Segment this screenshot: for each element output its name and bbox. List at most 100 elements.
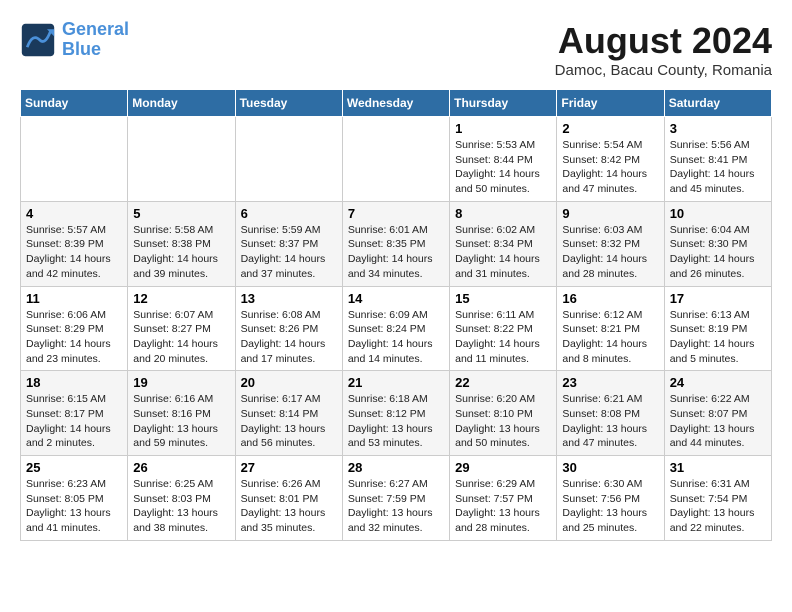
calendar-cell bbox=[21, 117, 128, 202]
calendar-cell bbox=[235, 117, 342, 202]
calendar-cell: 10 Sunrise: 6:04 AM Sunset: 8:30 PM Dayli… bbox=[664, 201, 771, 286]
day-number: 18 bbox=[26, 375, 122, 390]
calendar-cell: 17 Sunrise: 6:13 AM Sunset: 8:19 PM Dayli… bbox=[664, 286, 771, 371]
calendar-cell: 30Sunrise: 6:30 AM Sunset: 7:56 PM Dayli… bbox=[557, 456, 664, 541]
day-number: 31 bbox=[670, 460, 766, 475]
month-year: August 2024 bbox=[555, 20, 772, 62]
calendar-cell bbox=[128, 117, 235, 202]
day-number: 9 bbox=[562, 206, 658, 221]
calendar-week-row: 4 Sunrise: 5:57 AM Sunset: 8:39 PM Daylig… bbox=[21, 201, 772, 286]
day-info: Sunrise: 6:17 AM Sunset: 8:14 PM Dayligh… bbox=[241, 392, 337, 451]
day-info: Sunrise: 6:06 AM Sunset: 8:29 PM Dayligh… bbox=[26, 308, 122, 367]
day-number: 6 bbox=[241, 206, 337, 221]
weekday-header-row: SundayMondayTuesdayWednesdayThursdayFrid… bbox=[21, 90, 772, 117]
weekday-header-thursday: Thursday bbox=[450, 90, 557, 117]
day-number: 10 bbox=[670, 206, 766, 221]
calendar-cell: 3 Sunrise: 5:56 AM Sunset: 8:41 PM Daylig… bbox=[664, 117, 771, 202]
day-number: 29 bbox=[455, 460, 551, 475]
weekday-header-saturday: Saturday bbox=[664, 90, 771, 117]
day-info: Sunrise: 6:27 AM Sunset: 7:59 PM Dayligh… bbox=[348, 477, 444, 536]
day-info: Sunrise: 6:04 AM Sunset: 8:30 PM Dayligh… bbox=[670, 223, 766, 282]
day-info: Sunrise: 5:56 AM Sunset: 8:41 PM Dayligh… bbox=[670, 138, 766, 197]
day-number: 7 bbox=[348, 206, 444, 221]
weekday-header-wednesday: Wednesday bbox=[342, 90, 449, 117]
calendar-cell: 23 Sunrise: 6:21 AM Sunset: 8:08 PM Dayli… bbox=[557, 371, 664, 456]
day-number: 4 bbox=[26, 206, 122, 221]
day-info: Sunrise: 6:29 AM Sunset: 7:57 PM Dayligh… bbox=[455, 477, 551, 536]
calendar-cell: 7 Sunrise: 6:01 AM Sunset: 8:35 PM Daylig… bbox=[342, 201, 449, 286]
day-number: 30 bbox=[562, 460, 658, 475]
calendar-cell: 1 Sunrise: 5:53 AM Sunset: 8:44 PM Daylig… bbox=[450, 117, 557, 202]
calendar-cell: 18 Sunrise: 6:15 AM Sunset: 8:17 PM Dayli… bbox=[21, 371, 128, 456]
page-header: General Blue August 2024 Damoc, Bacau Co… bbox=[20, 20, 772, 79]
calendar-cell: 16 Sunrise: 6:12 AM Sunset: 8:21 PM Dayli… bbox=[557, 286, 664, 371]
calendar-cell: 8Sunrise: 6:02 AM Sunset: 8:34 PM Daylig… bbox=[450, 201, 557, 286]
calendar-cell: 25 Sunrise: 6:23 AM Sunset: 8:05 PM Dayli… bbox=[21, 456, 128, 541]
day-number: 16 bbox=[562, 291, 658, 306]
calendar-cell: 26 Sunrise: 6:25 AM Sunset: 8:03 PM Dayli… bbox=[128, 456, 235, 541]
day-info: Sunrise: 6:21 AM Sunset: 8:08 PM Dayligh… bbox=[562, 392, 658, 451]
day-info: Sunrise: 6:13 AM Sunset: 8:19 PM Dayligh… bbox=[670, 308, 766, 367]
calendar-cell: 31 Sunrise: 6:31 AM Sunset: 7:54 PM Dayli… bbox=[664, 456, 771, 541]
calendar-cell: 22 Sunrise: 6:20 AM Sunset: 8:10 PM Dayli… bbox=[450, 371, 557, 456]
calendar-cell: 21Sunrise: 6:18 AM Sunset: 8:12 PM Dayli… bbox=[342, 371, 449, 456]
day-number: 14 bbox=[348, 291, 444, 306]
day-info: Sunrise: 6:25 AM Sunset: 8:03 PM Dayligh… bbox=[133, 477, 229, 536]
day-info: Sunrise: 6:12 AM Sunset: 8:21 PM Dayligh… bbox=[562, 308, 658, 367]
logo-icon bbox=[20, 22, 56, 58]
calendar-cell: 11Sunrise: 6:06 AM Sunset: 8:29 PM Dayli… bbox=[21, 286, 128, 371]
logo-text: General Blue bbox=[62, 20, 129, 60]
day-number: 17 bbox=[670, 291, 766, 306]
calendar-cell: 6 Sunrise: 5:59 AM Sunset: 8:37 PM Daylig… bbox=[235, 201, 342, 286]
day-info: Sunrise: 6:20 AM Sunset: 8:10 PM Dayligh… bbox=[455, 392, 551, 451]
day-info: Sunrise: 5:57 AM Sunset: 8:39 PM Dayligh… bbox=[26, 223, 122, 282]
calendar-cell: 12Sunrise: 6:07 AM Sunset: 8:27 PM Dayli… bbox=[128, 286, 235, 371]
day-number: 26 bbox=[133, 460, 229, 475]
day-number: 19 bbox=[133, 375, 229, 390]
calendar-week-row: 18 Sunrise: 6:15 AM Sunset: 8:17 PM Dayli… bbox=[21, 371, 772, 456]
calendar-cell: 2 Sunrise: 5:54 AM Sunset: 8:42 PM Daylig… bbox=[557, 117, 664, 202]
day-info: Sunrise: 5:58 AM Sunset: 8:38 PM Dayligh… bbox=[133, 223, 229, 282]
calendar-cell: 13Sunrise: 6:08 AM Sunset: 8:26 PM Dayli… bbox=[235, 286, 342, 371]
calendar-week-row: 1 Sunrise: 5:53 AM Sunset: 8:44 PM Daylig… bbox=[21, 117, 772, 202]
calendar-week-row: 11Sunrise: 6:06 AM Sunset: 8:29 PM Dayli… bbox=[21, 286, 772, 371]
calendar-cell: 14 Sunrise: 6:09 AM Sunset: 8:24 PM Dayli… bbox=[342, 286, 449, 371]
day-info: Sunrise: 6:31 AM Sunset: 7:54 PM Dayligh… bbox=[670, 477, 766, 536]
day-number: 25 bbox=[26, 460, 122, 475]
calendar-cell: 15 Sunrise: 6:11 AM Sunset: 8:22 PM Dayli… bbox=[450, 286, 557, 371]
day-info: Sunrise: 6:03 AM Sunset: 8:32 PM Dayligh… bbox=[562, 223, 658, 282]
calendar-cell: 27Sunrise: 6:26 AM Sunset: 8:01 PM Dayli… bbox=[235, 456, 342, 541]
day-number: 15 bbox=[455, 291, 551, 306]
day-number: 23 bbox=[562, 375, 658, 390]
day-info: Sunrise: 6:16 AM Sunset: 8:16 PM Dayligh… bbox=[133, 392, 229, 451]
day-info: Sunrise: 6:11 AM Sunset: 8:22 PM Dayligh… bbox=[455, 308, 551, 367]
day-number: 22 bbox=[455, 375, 551, 390]
day-info: Sunrise: 6:09 AM Sunset: 8:24 PM Dayligh… bbox=[348, 308, 444, 367]
calendar-cell: 5 Sunrise: 5:58 AM Sunset: 8:38 PM Daylig… bbox=[128, 201, 235, 286]
day-info: Sunrise: 6:22 AM Sunset: 8:07 PM Dayligh… bbox=[670, 392, 766, 451]
day-number: 2 bbox=[562, 121, 658, 136]
day-info: Sunrise: 6:26 AM Sunset: 8:01 PM Dayligh… bbox=[241, 477, 337, 536]
day-number: 21 bbox=[348, 375, 444, 390]
title-block: August 2024 Damoc, Bacau County, Romania bbox=[555, 20, 772, 79]
calendar-week-row: 25 Sunrise: 6:23 AM Sunset: 8:05 PM Dayli… bbox=[21, 456, 772, 541]
day-number: 13 bbox=[241, 291, 337, 306]
day-info: Sunrise: 5:53 AM Sunset: 8:44 PM Dayligh… bbox=[455, 138, 551, 197]
weekday-header-friday: Friday bbox=[557, 90, 664, 117]
day-number: 3 bbox=[670, 121, 766, 136]
day-info: Sunrise: 5:59 AM Sunset: 8:37 PM Dayligh… bbox=[241, 223, 337, 282]
logo: General Blue bbox=[20, 20, 129, 60]
day-number: 1 bbox=[455, 121, 551, 136]
day-number: 5 bbox=[133, 206, 229, 221]
day-info: Sunrise: 6:23 AM Sunset: 8:05 PM Dayligh… bbox=[26, 477, 122, 536]
day-info: Sunrise: 5:54 AM Sunset: 8:42 PM Dayligh… bbox=[562, 138, 658, 197]
calendar-cell: 19 Sunrise: 6:16 AM Sunset: 8:16 PM Dayli… bbox=[128, 371, 235, 456]
calendar-cell: 20Sunrise: 6:17 AM Sunset: 8:14 PM Dayli… bbox=[235, 371, 342, 456]
calendar-table: SundayMondayTuesdayWednesdayThursdayFrid… bbox=[20, 89, 772, 541]
day-info: Sunrise: 6:07 AM Sunset: 8:27 PM Dayligh… bbox=[133, 308, 229, 367]
day-number: 28 bbox=[348, 460, 444, 475]
day-info: Sunrise: 6:01 AM Sunset: 8:35 PM Dayligh… bbox=[348, 223, 444, 282]
weekday-header-sunday: Sunday bbox=[21, 90, 128, 117]
day-info: Sunrise: 6:15 AM Sunset: 8:17 PM Dayligh… bbox=[26, 392, 122, 451]
weekday-header-monday: Monday bbox=[128, 90, 235, 117]
